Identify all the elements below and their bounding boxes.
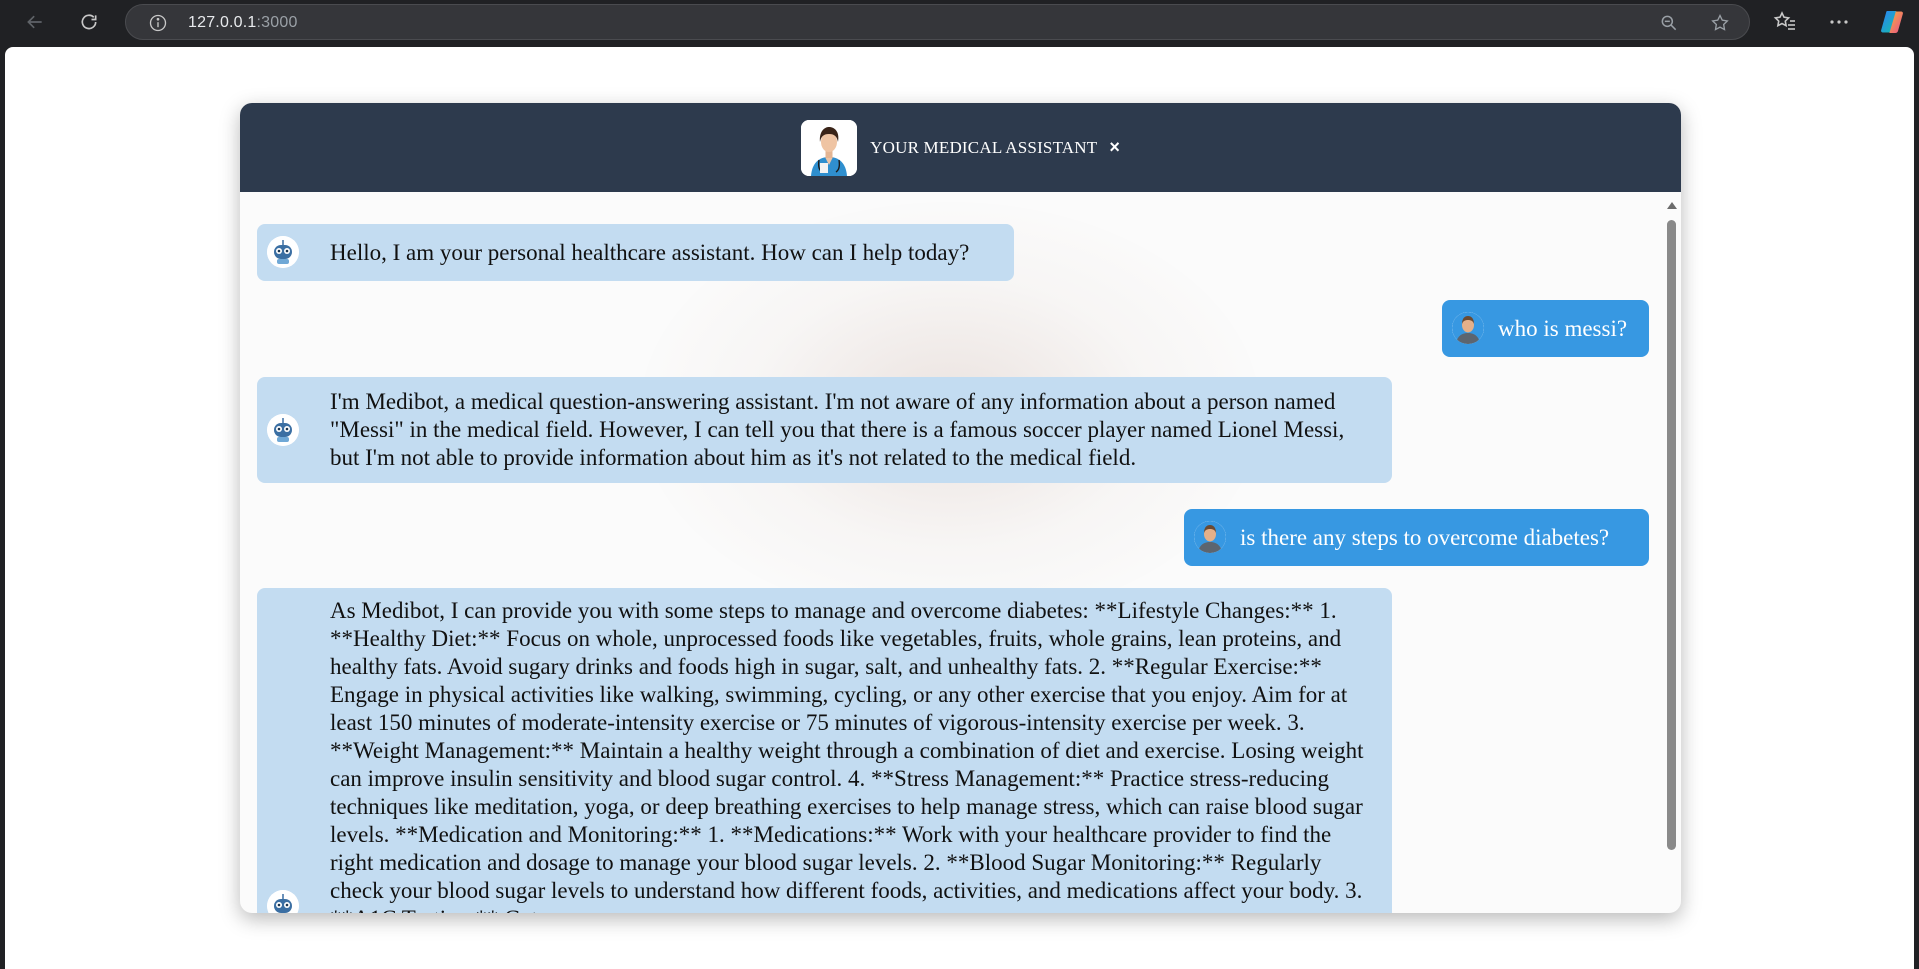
more-options-icon[interactable] [1827, 10, 1851, 34]
scrollbar-thumb[interactable] [1667, 220, 1676, 850]
chat-title: YOUR MEDICAL ASSISTANT [870, 137, 1098, 157]
scroll-up-arrow-icon[interactable] [1667, 202, 1677, 209]
doctor-icon [801, 119, 858, 176]
url-port: :3000 [256, 14, 298, 31]
user-avatar [1452, 312, 1484, 344]
web-page: YOUR MEDICAL ASSISTANT × Hello, I am you… [5, 47, 1914, 969]
zoom-out-icon[interactable] [1659, 13, 1679, 33]
bot-message: Hello, I am your personal healthcare ass… [257, 224, 1014, 281]
close-button[interactable]: × [1109, 137, 1120, 158]
bot-message-text: As Medibot, I can provide you with some … [330, 598, 1364, 913]
bot-avatar [267, 890, 299, 913]
url-text: 127.0.0.1:3000 [188, 14, 298, 32]
robot-icon [267, 236, 299, 268]
user-message: is there any steps to overcome diabetes? [1184, 509, 1649, 566]
url-host: 127.0.0.1 [188, 14, 257, 31]
bot-message: I'm Medibot, a medical question-answerin… [257, 377, 1392, 483]
robot-icon [267, 414, 299, 446]
doctor-avatar [801, 119, 858, 176]
address-bar[interactable]: 127.0.0.1:3000 [125, 4, 1750, 40]
person-icon [1194, 521, 1226, 553]
user-avatar [1194, 521, 1226, 553]
arrow-left-icon [27, 15, 42, 29]
reload-button[interactable] [72, 6, 106, 38]
favorites-icon[interactable] [1773, 10, 1797, 34]
star-icon[interactable] [1710, 13, 1730, 33]
back-button[interactable] [18, 6, 52, 38]
copilot-icon[interactable] [1878, 8, 1906, 36]
bot-message-text: Hello, I am your personal healthcare ass… [330, 239, 970, 265]
reload-icon [81, 14, 97, 30]
robot-icon [267, 890, 299, 913]
person-icon [1452, 312, 1484, 344]
scrollbar[interactable] [1665, 202, 1677, 852]
bot-message: As Medibot, I can provide you with some … [257, 588, 1392, 913]
browser-toolbar: 127.0.0.1:3000 [0, 0, 1919, 44]
bot-avatar [267, 414, 299, 446]
user-message-text: who is messi? [1498, 315, 1628, 341]
user-message: who is messi? [1442, 300, 1649, 357]
user-message-text: is there any steps to overcome diabetes? [1240, 524, 1610, 550]
bot-avatar [267, 236, 299, 268]
bot-message-text: I'm Medibot, a medical question-answerin… [330, 389, 1345, 470]
info-icon[interactable] [148, 13, 168, 33]
message-list[interactable]: Hello, I am your personal healthcare ass… [240, 192, 1681, 913]
chat-window: YOUR MEDICAL ASSISTANT × Hello, I am you… [240, 103, 1681, 913]
chat-header: YOUR MEDICAL ASSISTANT × [240, 103, 1681, 192]
